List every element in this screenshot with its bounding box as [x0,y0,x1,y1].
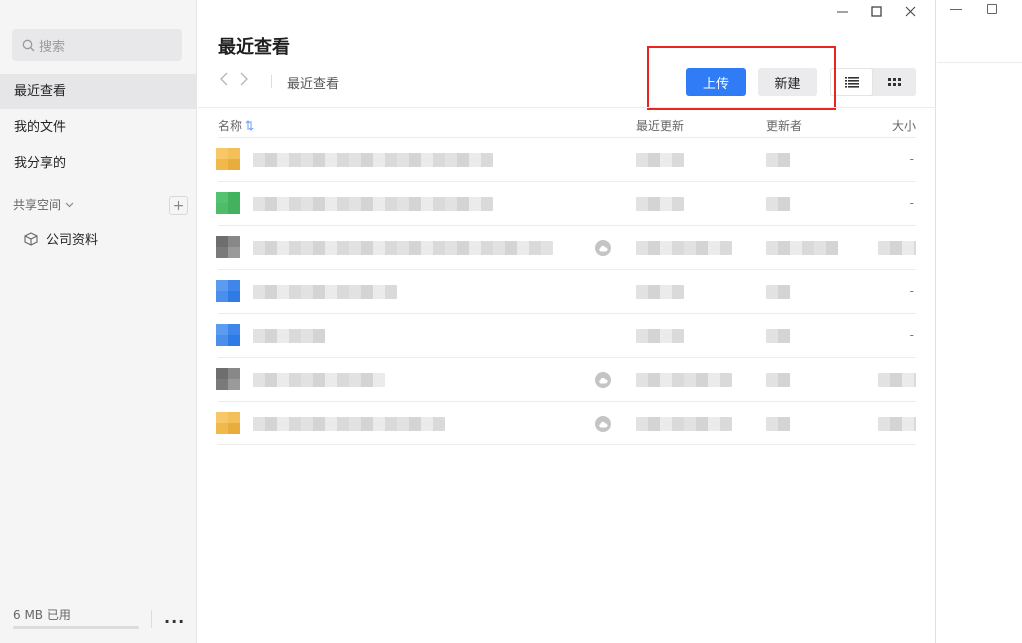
sheet-green-icon [216,192,240,214]
file-gray-icon [216,368,240,390]
updater-redacted [766,417,790,431]
column-label: 名称 [218,119,243,133]
list-icon [844,76,859,88]
table-row[interactable] [216,225,916,269]
table-row[interactable] [216,357,916,401]
folder-yellow-icon [216,148,240,170]
table-row[interactable]: - [216,269,916,313]
annotation-highlight-box [647,46,836,110]
table-row[interactable] [216,401,916,445]
minimize-icon [950,9,962,10]
file-size: - [909,328,914,342]
divider [151,610,152,628]
divider [937,62,1022,63]
forward-arrow-icon[interactable] [240,72,248,86]
sort-icon [245,120,254,131]
file-gray-icon [216,236,240,258]
grid-icon [888,77,901,86]
sidebar: 搜索 最近查看 我的文件 我分享的 共享空间 + 公司资料 6 MB 已用 ..… [0,0,197,643]
breadcrumb: 最近查看 [287,77,340,92]
column-header-size[interactable]: 大小 [892,117,916,134]
updated-time-redacted [636,153,684,167]
file-name-redacted [253,285,397,299]
cloud-icon [595,416,611,432]
updater-redacted [766,197,790,211]
maximize-icon [870,5,882,17]
sidebar-item-label: 我分享的 [14,156,67,171]
sidebar-item-label: 我的文件 [14,120,67,135]
file-size: - [909,284,914,298]
space-item-company[interactable]: 公司资料 [24,229,98,248]
shared-space-toggle[interactable]: 共享空间 [13,196,74,213]
doc-blue-icon [216,324,240,346]
storage-used: 6 MB 已用 [13,608,71,622]
file-name-redacted [253,329,325,343]
file-size-redacted [878,241,916,255]
updater-redacted [766,373,790,387]
file-list: - - - - [216,137,916,445]
background-window [937,0,1022,643]
search-placeholder: 搜索 [39,39,66,55]
column-header-updated[interactable]: 最近更新 [636,117,684,134]
table-row[interactable]: - [216,181,916,225]
cube-icon [24,231,38,246]
doc-blue-icon [216,280,240,302]
divider [198,107,936,108]
folder-yellow-icon [216,412,240,434]
main-panel: 最近查看 最近查看 上传 新建 名称 最近更新 更新者 大小 ---- [198,0,936,643]
maximize-icon [987,4,997,14]
updated-time-redacted [636,329,684,343]
file-size: - [909,196,914,210]
sidebar-item-my-files[interactable]: 我的文件 [0,110,197,145]
sidebar-item-shared-by-me[interactable]: 我分享的 [0,146,197,181]
sidebar-item-recent[interactable]: 最近查看 [0,74,197,109]
table-row[interactable]: - [216,137,916,181]
chevron-down-icon [65,202,74,207]
table-row[interactable]: - [216,313,916,357]
page-title: 最近查看 [218,37,290,58]
space-label: 公司资料 [46,233,99,248]
updated-time-redacted [636,417,732,431]
view-toggle [830,68,916,96]
updated-time-redacted [636,197,684,211]
cloud-icon [595,372,611,388]
updated-time-redacted [636,241,732,255]
column-header-updater[interactable]: 更新者 [766,117,802,134]
file-name-redacted [253,153,493,167]
search-icon [22,39,35,51]
minimize-icon [836,11,848,12]
grid-view-button[interactable] [873,68,916,96]
minimize-button[interactable] [825,2,859,20]
updater-redacted [766,153,790,167]
list-view-button[interactable] [830,68,873,96]
more-button[interactable]: ... [164,608,185,627]
file-size-redacted [878,373,916,387]
file-name-redacted [253,417,445,431]
back-arrow-icon[interactable] [220,72,228,86]
history-nav [220,72,248,86]
file-name-redacted [253,241,553,255]
updater-redacted [766,241,838,255]
updated-time-redacted [636,373,732,387]
close-button[interactable] [893,2,927,20]
column-header-name[interactable]: 名称 [218,117,254,134]
storage-bar [13,626,139,629]
maximize-button[interactable] [859,2,893,20]
sidebar-item-label: 最近查看 [14,84,67,99]
window-controls [825,2,927,20]
updated-time-redacted [636,285,684,299]
add-space-button[interactable]: + [169,196,188,215]
divider [271,75,272,88]
close-icon [905,6,915,16]
file-name-redacted [253,373,385,387]
file-size: - [909,152,914,166]
cloud-icon [595,240,611,256]
updater-redacted [766,329,790,343]
file-name-redacted [253,197,493,211]
updater-redacted [766,285,790,299]
search-input[interactable]: 搜索 [12,29,182,61]
file-size-redacted [878,417,916,431]
section-title: 共享空间 [13,198,62,212]
plus-icon: + [172,197,185,214]
